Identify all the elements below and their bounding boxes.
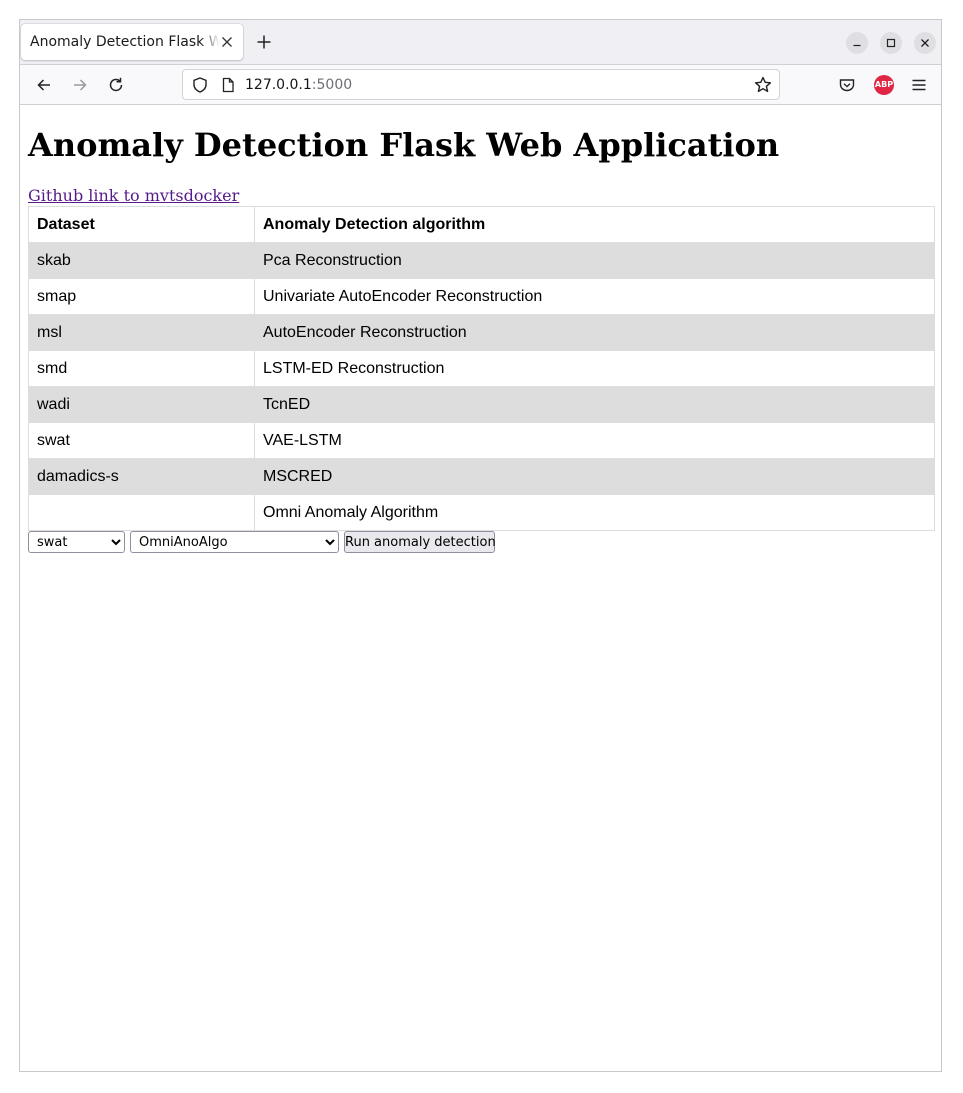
- dataset-cell: swat: [28, 422, 255, 459]
- algorithm-cell: TcnED: [254, 386, 935, 423]
- dataset-select[interactable]: swat: [28, 531, 125, 553]
- close-icon: [921, 39, 929, 47]
- shield-icon[interactable]: [191, 76, 209, 94]
- url-bar[interactable]: 127.0.0.1:5000: [182, 69, 780, 100]
- forward-icon[interactable]: [70, 75, 90, 95]
- minimize-button[interactable]: [846, 32, 868, 54]
- navigation-toolbar: 127.0.0.1:5000 ABP: [20, 64, 941, 105]
- page-content: Anomaly Detection Flask Web Application …: [20, 105, 941, 1071]
- table-row: Omni Anomaly Algorithm: [28, 494, 935, 531]
- table-row: damadics-s MSCRED: [28, 458, 935, 495]
- dataset-cell: msl: [28, 314, 255, 351]
- page-icon[interactable]: [219, 76, 237, 94]
- browser-tab[interactable]: Anomaly Detection Flask Web Application: [21, 24, 243, 60]
- adblock-icon[interactable]: ABP: [874, 75, 894, 95]
- algorithm-select[interactable]: OmniAnoAlgo: [130, 531, 339, 553]
- maximize-icon: [886, 38, 896, 48]
- algorithm-cell: Pca Reconstruction: [254, 242, 935, 279]
- reload-icon[interactable]: [106, 75, 126, 95]
- back-icon[interactable]: [34, 75, 54, 95]
- tab-title: Anomaly Detection Flask Web Application: [30, 34, 220, 50]
- url-host: 127.0.0.1: [245, 77, 312, 93]
- algorithm-cell: VAE-LSTM: [254, 422, 935, 459]
- table-row: skab Pca Reconstruction: [28, 242, 935, 279]
- url-text: 127.0.0.1:5000: [245, 77, 352, 93]
- algorithm-cell: Univariate AutoEncoder Reconstruction: [254, 278, 935, 315]
- star-icon[interactable]: [753, 75, 773, 95]
- dataset-cell: [28, 494, 255, 531]
- close-window-button[interactable]: [914, 32, 936, 54]
- table-row: smap Univariate AutoEncoder Reconstructi…: [28, 278, 935, 315]
- minimize-icon: [853, 44, 861, 47]
- run-anomaly-detection-button[interactable]: Run anomaly detection: [344, 531, 496, 553]
- url-port: :5000: [311, 77, 353, 93]
- dataset-cell: wadi: [28, 386, 255, 423]
- browser-window: Anomaly Detection Flask Web Application …: [19, 19, 942, 1072]
- page-title: Anomaly Detection Flask Web Application: [28, 126, 780, 164]
- table-row: smd LSTM-ED Reconstruction: [28, 350, 935, 387]
- menu-icon[interactable]: [909, 75, 929, 95]
- table-row: swat VAE-LSTM: [28, 422, 935, 459]
- table-header-row: Dataset Anomaly Detection algorithm: [28, 206, 935, 243]
- algorithm-cell: AutoEncoder Reconstruction: [254, 314, 935, 351]
- pocket-icon[interactable]: [837, 75, 857, 95]
- header-dataset: Dataset: [28, 206, 255, 243]
- dataset-cell: damadics-s: [28, 458, 255, 495]
- dataset-cell: skab: [28, 242, 255, 279]
- maximize-button[interactable]: [880, 32, 902, 54]
- dataset-cell: smap: [28, 278, 255, 315]
- table-row: wadi TcnED: [28, 386, 935, 423]
- dataset-cell: smd: [28, 350, 255, 387]
- tab-bar: Anomaly Detection Flask Web Application: [20, 20, 941, 64]
- close-icon[interactable]: [219, 34, 235, 50]
- algorithm-cell: MSCRED: [254, 458, 935, 495]
- algorithms-table: Dataset Anomaly Detection algorithm skab…: [28, 206, 935, 531]
- algorithm-cell: LSTM-ED Reconstruction: [254, 350, 935, 387]
- plus-icon[interactable]: [254, 32, 274, 52]
- header-algorithm: Anomaly Detection algorithm: [254, 206, 935, 243]
- algorithm-cell: Omni Anomaly Algorithm: [254, 494, 935, 531]
- github-link[interactable]: Github link to mvtsdocker: [28, 186, 239, 205]
- table-row: msl AutoEncoder Reconstruction: [28, 314, 935, 351]
